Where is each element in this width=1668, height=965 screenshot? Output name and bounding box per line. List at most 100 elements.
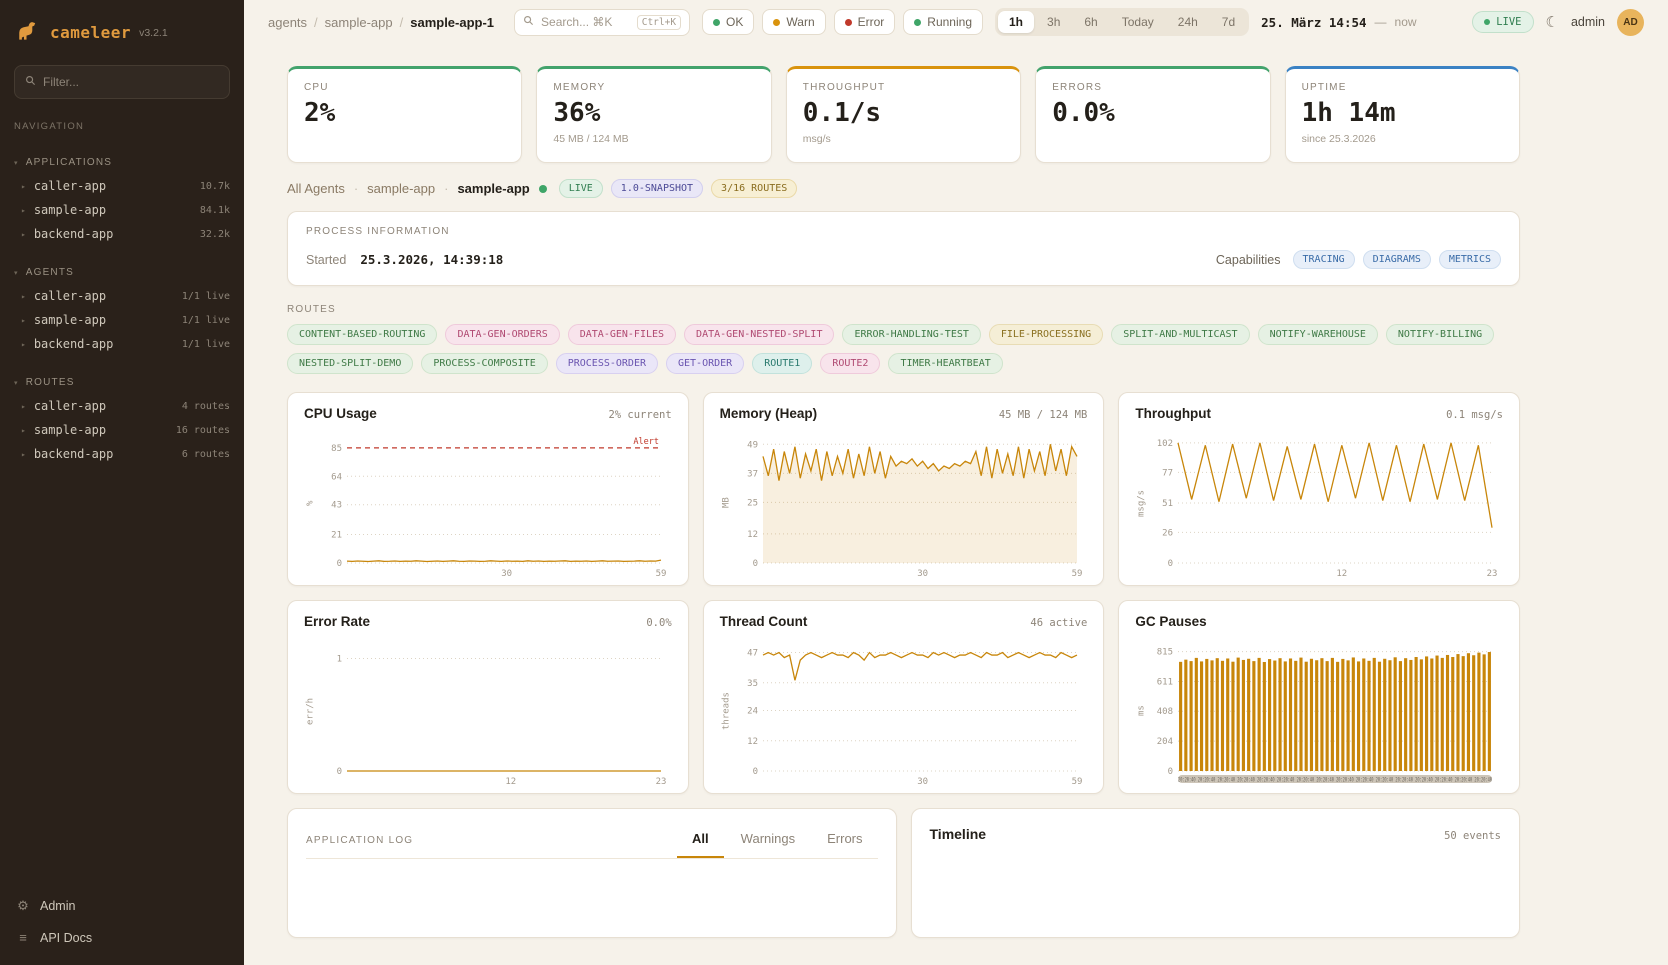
range-24h[interactable]: 24h bbox=[1167, 11, 1209, 33]
route-chip-route2[interactable]: ROUTE2 bbox=[820, 353, 880, 374]
chart-card-error-rate: Error Rate0.0%err/h011223 bbox=[287, 600, 689, 794]
filter-chip-warn[interactable]: Warn bbox=[762, 9, 825, 35]
item-count: 32.2k bbox=[200, 229, 230, 240]
sidebar-item-agents-sample-app[interactable]: ▸sample-app1/1 live bbox=[0, 308, 244, 332]
stat-label: CPU bbox=[304, 82, 505, 93]
stat-card-throughput: THROUGHPUT0.1/smsg/s bbox=[786, 66, 1021, 163]
nav-section-routes[interactable]: ▾ROUTES bbox=[0, 370, 244, 394]
svg-text:30: 30 bbox=[917, 777, 928, 787]
route-chip-notify-warehouse[interactable]: NOTIFY-WAREHOUSE bbox=[1258, 324, 1378, 345]
svg-text:77: 77 bbox=[1162, 468, 1173, 478]
breadcrumb-agents[interactable]: agents bbox=[268, 15, 307, 30]
tab-all[interactable]: All bbox=[677, 825, 724, 858]
chart-card-throughput: Throughput0.1 msg/smsg/s02651771021223 bbox=[1118, 392, 1520, 586]
route-chip-data-gen-nested-split[interactable]: DATA-GEN-NESTED-SPLIT bbox=[684, 324, 834, 345]
range-6h[interactable]: 6h bbox=[1073, 11, 1108, 33]
nav-sections: ▾APPLICATIONS▸caller-app10.7k▸sample-app… bbox=[0, 136, 244, 466]
breadcrumb-sample-app[interactable]: sample-app bbox=[325, 15, 393, 30]
svg-text:1: 1 bbox=[337, 655, 342, 665]
route-chip-data-gen-files[interactable]: DATA-GEN-FILES bbox=[568, 324, 676, 345]
route-chip-process-order[interactable]: PROCESS-ORDER bbox=[556, 353, 658, 374]
bottom-row: APPLICATION LOG AllWarningsErrors Timeli… bbox=[287, 808, 1520, 938]
route-chip-notify-billing[interactable]: NOTIFY-BILLING bbox=[1386, 324, 1494, 345]
sidebar-item-applications-sample-app[interactable]: ▸sample-app84.1k bbox=[0, 198, 244, 222]
filter-label: Warn bbox=[786, 15, 814, 29]
item-count: 1/1 live bbox=[182, 315, 230, 326]
timeline-events-count: 50 events bbox=[1444, 830, 1501, 842]
sidebar-item-agents-caller-app[interactable]: ▸caller-app1/1 live bbox=[0, 284, 244, 308]
route-chip-route1[interactable]: ROUTE1 bbox=[752, 353, 812, 374]
range-3h[interactable]: 3h bbox=[1036, 11, 1071, 33]
route-chip-nested-split-demo[interactable]: NESTED-SPLIT-DEMO bbox=[287, 353, 413, 374]
sidebar-item-agents-backend-app[interactable]: ▸backend-app1/1 live bbox=[0, 332, 244, 356]
sidebar-item-applications-backend-app[interactable]: ▸backend-app32.2k bbox=[0, 222, 244, 246]
avatar[interactable]: AD bbox=[1617, 9, 1644, 36]
live-indicator[interactable]: LIVE bbox=[1472, 11, 1533, 33]
filter-chip-running[interactable]: Running bbox=[903, 9, 983, 35]
y-axis-label: % bbox=[304, 427, 317, 579]
sidebar-filter[interactable] bbox=[14, 65, 230, 99]
sidebar-item-routes-backend-app[interactable]: ▸backend-app6 routes bbox=[0, 442, 244, 466]
log-title: APPLICATION LOG bbox=[306, 835, 413, 858]
route-chip-get-order[interactable]: GET-ORDER bbox=[666, 353, 744, 374]
svg-text:47: 47 bbox=[747, 649, 758, 659]
svg-text:23: 23 bbox=[1487, 569, 1498, 579]
filter-chip-error[interactable]: Error bbox=[834, 9, 896, 35]
svg-text:815: 815 bbox=[1157, 648, 1173, 658]
item-count: 4 routes bbox=[182, 401, 230, 412]
capability-tracing: TRACING bbox=[1293, 250, 1355, 269]
sidebar-item-applications-caller-app[interactable]: ▸caller-app10.7k bbox=[0, 174, 244, 198]
item-count: 6 routes bbox=[182, 449, 230, 460]
range-today[interactable]: Today bbox=[1111, 11, 1165, 33]
route-chip-file-processing[interactable]: FILE-PROCESSING bbox=[989, 324, 1103, 345]
tab-warnings[interactable]: Warnings bbox=[726, 825, 810, 858]
item-count: 84.1k bbox=[200, 205, 230, 216]
chart-title: Memory (Heap) bbox=[720, 406, 818, 421]
chart-plot: 011223 bbox=[317, 635, 671, 787]
caret-down-icon: ▾ bbox=[14, 159, 19, 167]
range-1h[interactable]: 1h bbox=[998, 11, 1034, 33]
content-scroll[interactable]: CPU2%MEMORY36%45 MB / 124 MBTHROUGHPUT0.… bbox=[244, 44, 1668, 965]
route-chip-content-based-routing[interactable]: CONTENT-BASED-ROUTING bbox=[287, 324, 437, 345]
sidebar-item-routes-sample-app[interactable]: ▸sample-app16 routes bbox=[0, 418, 244, 442]
time-display[interactable]: 25. März 14:54 — now bbox=[1261, 15, 1416, 30]
route-chip-process-composite[interactable]: PROCESS-COMPOSITE bbox=[421, 353, 547, 374]
filter-chip-ok[interactable]: OK bbox=[702, 9, 754, 35]
nav-section-agents[interactable]: ▾AGENTS bbox=[0, 260, 244, 284]
filter-input[interactable] bbox=[43, 75, 219, 89]
sidebar-item-api-docs[interactable]: ≡ API Docs bbox=[16, 930, 228, 945]
svg-text:85: 85 bbox=[331, 444, 342, 454]
badge-1-0-snapshot: 1.0-SNAPSHOT bbox=[611, 179, 703, 198]
y-axis-label: msg/s bbox=[1135, 427, 1148, 579]
app-version: v3.2.1 bbox=[139, 27, 168, 39]
chart-title: Thread Count bbox=[720, 614, 808, 629]
route-chip-timer-heartbeat[interactable]: TIMER-HEARTBEAT bbox=[888, 353, 1002, 374]
process-title: PROCESS INFORMATION bbox=[306, 226, 1501, 237]
item-label: caller-app bbox=[34, 399, 174, 413]
svg-text:20:20:40 20:20:40 20:20:40 20:: 20:20:40 20:20:40 20:20:40 20:20:40 20:2… bbox=[1178, 776, 1492, 784]
svg-text:26: 26 bbox=[1162, 528, 1173, 538]
app-logo[interactable]: cameleer v3.2.1 bbox=[0, 14, 244, 65]
user-label[interactable]: admin bbox=[1571, 15, 1605, 29]
route-chip-data-gen-orders[interactable]: DATA-GEN-ORDERS bbox=[445, 324, 559, 345]
sidebar-item-routes-caller-app[interactable]: ▸caller-app4 routes bbox=[0, 394, 244, 418]
range-7d[interactable]: 7d bbox=[1211, 11, 1246, 33]
context-sample-app[interactable]: sample-app bbox=[367, 181, 435, 196]
svg-text:21: 21 bbox=[331, 531, 342, 541]
chart-title: GC Pauses bbox=[1135, 614, 1206, 629]
route-chip-error-handling-test[interactable]: ERROR-HANDLING-TEST bbox=[842, 324, 980, 345]
search-input[interactable]: Search... ⌘K Ctrl+K bbox=[514, 9, 690, 36]
stat-label: MEMORY bbox=[553, 82, 754, 93]
item-label: backend-app bbox=[34, 447, 174, 461]
tab-errors[interactable]: Errors bbox=[812, 825, 877, 858]
stat-label: ERRORS bbox=[1052, 82, 1253, 93]
chart-title: Error Rate bbox=[304, 614, 370, 629]
item-label: backend-app bbox=[34, 337, 174, 351]
route-chip-split-and-multicast[interactable]: SPLIT-AND-MULTICAST bbox=[1111, 324, 1249, 345]
svg-text:49: 49 bbox=[747, 440, 758, 450]
theme-toggle-icon[interactable]: ☾ bbox=[1546, 15, 1559, 30]
context-all-agents[interactable]: All Agents bbox=[287, 181, 345, 196]
sidebar-item-admin[interactable]: ⚙ Admin bbox=[16, 898, 228, 914]
stat-value: 0.1/s bbox=[803, 100, 1004, 127]
nav-section-applications[interactable]: ▾APPLICATIONS bbox=[0, 150, 244, 174]
